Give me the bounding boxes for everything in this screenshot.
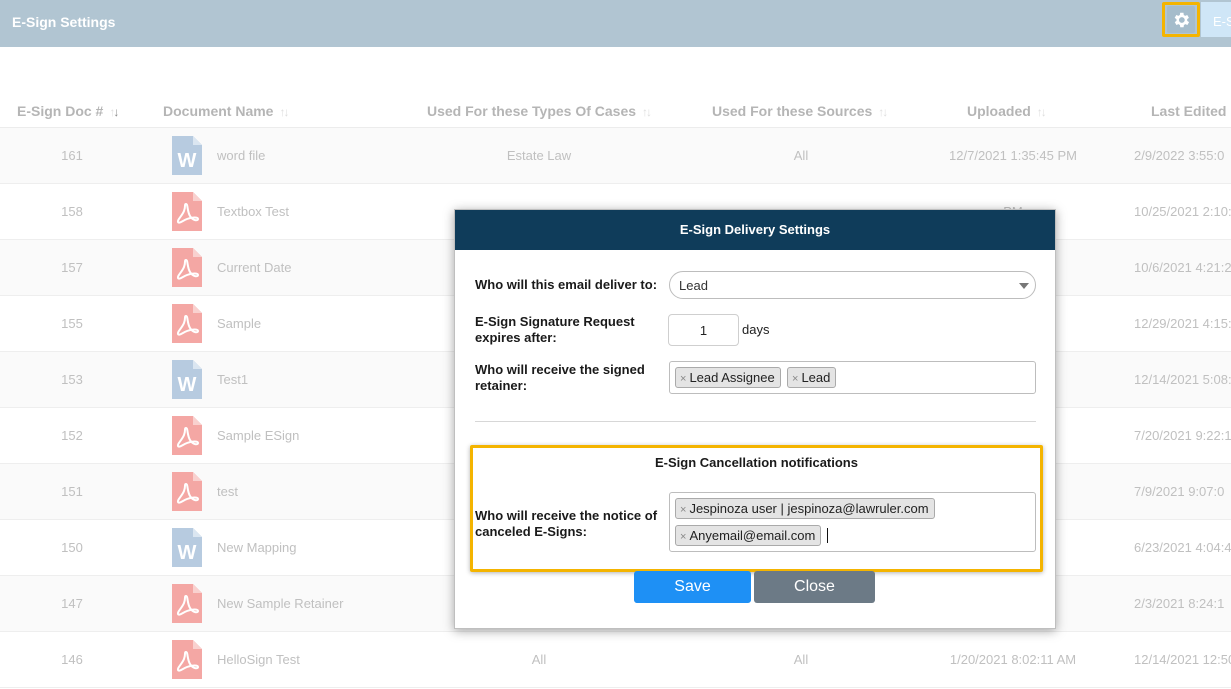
expires-unit: days [742, 322, 770, 337]
doc-number: 155 [61, 316, 83, 331]
expires-label: E-Sign Signature Request expires after: [475, 314, 635, 345]
col-header-uploaded[interactable]: Uploaded ↑↓ [967, 103, 1047, 119]
remove-tag-icon[interactable]: × [680, 531, 686, 543]
doc-number: 157 [61, 260, 83, 275]
doc-name[interactable]: test [217, 484, 238, 499]
doc-name[interactable]: Current Date [217, 260, 291, 275]
case-types: All [531, 652, 547, 667]
doc-number: 161 [61, 148, 83, 163]
table-row[interactable]: 146 HelloSign Test All All 1/20/2021 8:02:11… [0, 632, 1231, 688]
deliver-to-label: Who will this email deliver to: [475, 277, 658, 292]
doc-number: 150 [61, 540, 83, 555]
remove-tag-icon[interactable]: × [680, 504, 686, 516]
doc-name[interactable]: HelloSign Test [217, 652, 300, 667]
last-edited-date: 10/6/2021 4:21:2 [1134, 260, 1231, 275]
recipient-tag[interactable]: × Jespinoza user | jespinoza@lawruler.com [675, 498, 935, 519]
canceled-notice-label: Who will receive the notice of canceled … [475, 508, 658, 539]
doc-name[interactable]: Test1 [217, 372, 248, 387]
section-divider [475, 421, 1036, 422]
modal-title: E-Sign Delivery Settings [455, 210, 1055, 250]
uploaded-date: 12/7/2021 1:35:45 PM [949, 148, 1077, 163]
last-edited-date: 2/9/2022 3:55:0 [1134, 148, 1225, 163]
doc-number: 153 [61, 372, 83, 387]
uploaded-date: 1/20/2021 8:02:11 AM [949, 652, 1077, 667]
close-button[interactable]: Close [754, 571, 875, 603]
doc-number: 147 [61, 596, 83, 611]
col-header-doc-num[interactable]: E-Sign Doc # ↑↓ [17, 103, 119, 119]
text-cursor [827, 528, 828, 543]
doc-name[interactable]: New Sample Retainer [217, 596, 343, 611]
table-row[interactable]: 161 Wword file Estate Law All 12/7/2021 1:35… [0, 128, 1231, 184]
col-header-case-types[interactable]: Used For these Types Of Cases ↑↓ [427, 103, 652, 119]
case-types: Estate Law [506, 148, 572, 163]
last-edited-date: 12/29/2021 4:15: [1134, 316, 1231, 331]
remove-tag-icon[interactable]: × [680, 373, 686, 385]
col-header-last-edited[interactable]: Last Edited [1151, 103, 1226, 119]
settings-button[interactable] [1167, 6, 1195, 33]
last-edited-date: 7/20/2021 9:22:1 [1134, 428, 1231, 443]
word-doc-icon: W [172, 136, 202, 175]
last-edited-date: 7/9/2021 9:07:0 [1134, 484, 1225, 499]
cancellation-section-title: E-Sign Cancellation notifications [655, 455, 858, 470]
last-edited-date: 12/14/2021 12:50 [1134, 652, 1231, 667]
deliver-to-value: Lead [679, 278, 708, 293]
svg-text:W: W [178, 542, 197, 564]
signed-retainer-recipients-field[interactable]: × Lead Assignee × Lead [669, 361, 1036, 394]
remove-tag-icon[interactable]: × [792, 373, 798, 385]
recipient-tag[interactable]: × Lead [787, 367, 837, 388]
svg-text:W: W [178, 374, 197, 396]
doc-name[interactable]: New Mapping [217, 540, 297, 555]
doc-name[interactable]: Textbox Test [217, 204, 289, 219]
chevron-down-icon [1019, 283, 1029, 289]
doc-number: 146 [61, 652, 83, 667]
last-edited-date: 10/25/2021 2:10: [1134, 204, 1231, 219]
pdf-doc-icon [172, 640, 202, 679]
recipient-tag[interactable]: × Lead Assignee [675, 367, 781, 388]
cancellation-notifications-section: E-Sign Cancellation notifications Who wi… [470, 445, 1043, 572]
pdf-doc-icon [172, 192, 202, 231]
deliver-to-select[interactable]: Lead [669, 271, 1036, 299]
gear-icon [1174, 12, 1190, 27]
last-edited-date: 12/14/2021 5:08: [1134, 372, 1231, 387]
pdf-doc-icon [172, 472, 202, 511]
last-edited-date: 2/3/2021 8:24:1 [1134, 596, 1225, 611]
table-header: E-Sign Doc # ↑↓ Document Name ↑↓ Used For … [0, 88, 1231, 128]
signed-retainer-label: Who will receive the signed retainer: [475, 362, 645, 393]
recipient-tag[interactable]: × Anyemail@email.com [675, 525, 822, 546]
pdf-doc-icon [172, 248, 202, 287]
esign-delivery-settings-modal: E-Sign Delivery Settings Who will this e… [454, 209, 1056, 629]
doc-name[interactable]: Sample ESign [217, 428, 299, 443]
col-header-doc-name[interactable]: Document Name ↑↓ [163, 103, 289, 119]
pdf-doc-icon [172, 416, 202, 455]
esign-tab[interactable]: E-S [1201, 2, 1231, 37]
sources: All [793, 652, 809, 667]
last-edited-date: 6/23/2021 4:04:4 [1134, 540, 1231, 555]
doc-number: 158 [61, 204, 83, 219]
doc-name[interactable]: word file [217, 148, 265, 163]
doc-number: 151 [61, 484, 83, 499]
word-doc-icon: W [172, 528, 202, 567]
svg-text:W: W [178, 150, 197, 172]
top-bar: E-Sign Settings E-S [0, 0, 1231, 47]
expires-days-input[interactable]: 1 [668, 314, 739, 346]
save-button[interactable]: Save [634, 571, 751, 603]
settings-highlight [1162, 2, 1200, 37]
doc-number: 152 [61, 428, 83, 443]
page-title: E-Sign Settings [12, 14, 116, 30]
word-doc-icon: W [172, 360, 202, 399]
pdf-doc-icon [172, 584, 202, 623]
col-header-sources[interactable]: Used For these Sources ↑↓ [712, 103, 888, 119]
canceled-notice-recipients-field[interactable]: × Jespinoza user | jespinoza@lawruler.com… [669, 492, 1036, 552]
pdf-doc-icon [172, 304, 202, 343]
sources: All [793, 148, 809, 163]
doc-name[interactable]: Sample [217, 316, 261, 331]
